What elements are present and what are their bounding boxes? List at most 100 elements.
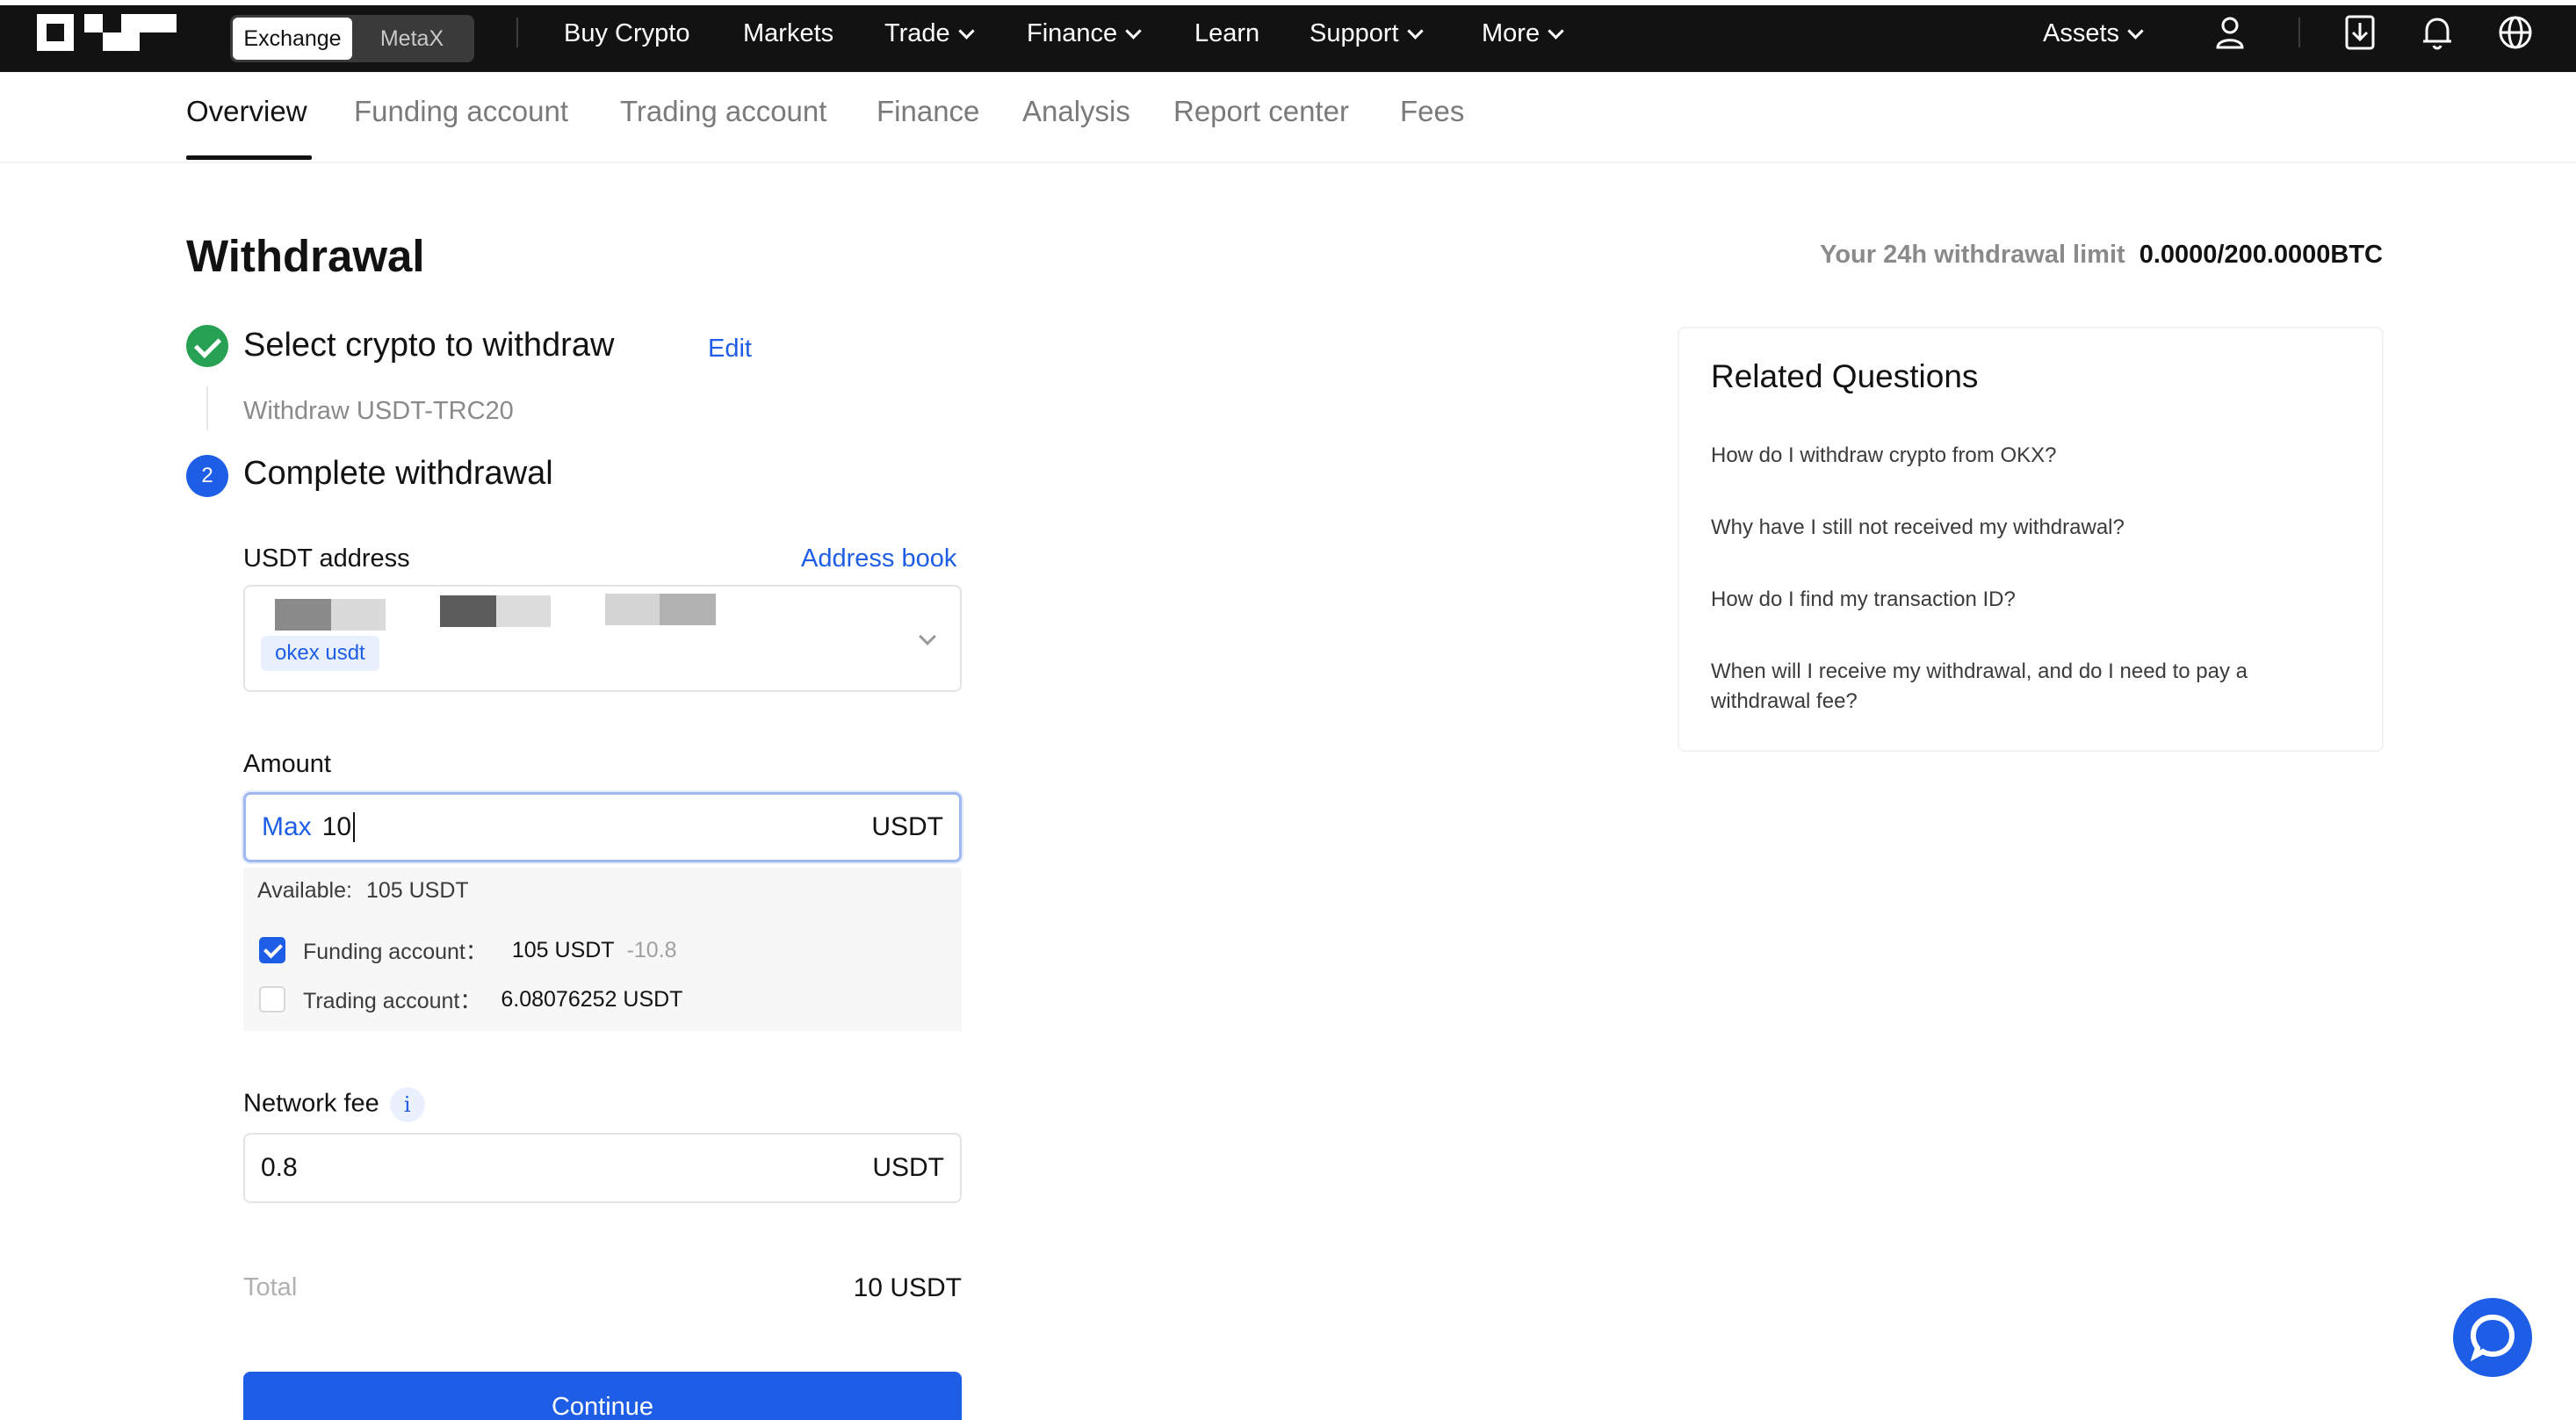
page-title: Withdrawal bbox=[186, 231, 425, 281]
top-navbar: Exchange MetaX Buy Crypto Markets Trade … bbox=[0, 5, 2576, 72]
bell-icon[interactable] bbox=[2417, 12, 2457, 53]
exchange-toggle[interactable]: Exchange bbox=[233, 18, 352, 60]
nav-learn-label: Learn bbox=[1194, 18, 1260, 47]
edit-crypto-link[interactable]: Edit bbox=[708, 335, 752, 364]
page: Exchange MetaX Buy Crypto Markets Trade … bbox=[0, 0, 2576, 1420]
redacted-address-block bbox=[496, 595, 551, 627]
available-row: Available: 105 USDT bbox=[257, 878, 469, 904]
nav-assets-label: Assets bbox=[2043, 18, 2120, 47]
network-fee-text: Network fee bbox=[243, 1089, 379, 1118]
address-book-link[interactable]: Address book bbox=[801, 544, 956, 573]
nav-support-label: Support bbox=[1310, 18, 1399, 47]
nav-trade-label: Trade bbox=[884, 18, 950, 47]
chevron-down-icon[interactable] bbox=[919, 628, 936, 645]
nav-finance-label: Finance bbox=[1027, 18, 1118, 47]
total-value: 10 USDT bbox=[853, 1273, 962, 1302]
chevron-down-icon bbox=[1125, 22, 1142, 40]
globe-icon[interactable] bbox=[2495, 12, 2536, 53]
download-icon[interactable] bbox=[2340, 12, 2380, 53]
chevron-down-icon bbox=[1548, 22, 1564, 40]
tab-trading-account[interactable]: Trading account bbox=[620, 95, 826, 128]
nav-trade[interactable]: Trade bbox=[884, 14, 975, 53]
text-caret bbox=[353, 812, 356, 842]
tab-fees[interactable]: Fees bbox=[1400, 95, 1464, 128]
funding-account-option[interactable]: Funding account： 105 USDT -10.8 bbox=[259, 934, 677, 966]
chat-bubble-icon bbox=[2470, 1314, 2515, 1362]
amount-value: 10 bbox=[321, 812, 352, 841]
nav-more-label: More bbox=[1482, 18, 1541, 47]
chevron-down-icon bbox=[2127, 22, 2144, 40]
nav-support[interactable]: Support bbox=[1310, 14, 1424, 53]
funding-account-value: 105 USDT bbox=[511, 937, 615, 962]
available-balance-panel: Available: 105 USDT Funding account： 105 … bbox=[243, 868, 962, 1031]
redacted-address-block bbox=[440, 595, 496, 627]
related-questions-title: Related Questions bbox=[1711, 358, 1979, 394]
amount-unit: USDT bbox=[871, 812, 943, 841]
trading-account-value: 6.08076252 USDT bbox=[501, 986, 683, 1012]
withdrawal-limit: Your 24h withdrawal limit 0.0000/200.0000… bbox=[1820, 241, 2383, 270]
continue-button-label: Continue bbox=[551, 1393, 654, 1420]
total-label: Total bbox=[243, 1273, 298, 1301]
related-question-link[interactable]: How do I find my transaction ID? bbox=[1711, 585, 2343, 615]
account-subnav: Overview Funding account Trading account… bbox=[0, 72, 2576, 163]
chevron-down-icon bbox=[957, 22, 975, 40]
trading-account-checkbox[interactable] bbox=[259, 986, 285, 1013]
okx-logo[interactable] bbox=[33, 11, 183, 56]
info-icon[interactable]: i bbox=[389, 1087, 425, 1122]
tab-finance[interactable]: Finance bbox=[877, 95, 979, 128]
icons-divider bbox=[2298, 18, 2300, 47]
continue-button[interactable]: Continue bbox=[243, 1372, 962, 1420]
available-value: 105 USDT bbox=[365, 878, 469, 903]
related-questions-card: Related Questions How do I withdraw cryp… bbox=[1678, 327, 2384, 752]
nav-finance[interactable]: Finance bbox=[1027, 14, 1142, 53]
metax-toggle[interactable]: MetaX bbox=[352, 18, 472, 60]
redacted-address-block bbox=[275, 599, 331, 631]
network-fee-label: Network fee i bbox=[243, 1087, 425, 1122]
trading-account-label: Trading account： bbox=[303, 989, 482, 1013]
related-question-link[interactable]: How do I withdraw crypto from OKX? bbox=[1711, 441, 2343, 471]
chevron-down-icon bbox=[1406, 22, 1424, 40]
withdrawal-limit-label: Your 24h withdrawal limit bbox=[1820, 241, 2125, 269]
nav-buy-crypto[interactable]: Buy Crypto bbox=[564, 14, 689, 53]
network-fee-value: 0.8 bbox=[261, 1153, 298, 1182]
step2-number-badge: 2 bbox=[186, 455, 228, 497]
redacted-address-block bbox=[660, 594, 716, 625]
step-connector bbox=[206, 386, 208, 430]
redacted-address-block bbox=[331, 599, 386, 631]
address-tag: okex usdt bbox=[261, 636, 379, 671]
related-question-link[interactable]: Why have I still not received my withdra… bbox=[1711, 513, 2343, 543]
max-button[interactable]: Max bbox=[262, 812, 312, 842]
funding-account-delta: -10.8 bbox=[626, 937, 677, 962]
address-select[interactable]: okex usdt bbox=[243, 585, 962, 692]
nav-markets-label: Markets bbox=[743, 18, 834, 47]
related-question-link[interactable]: When will I receive my withdrawal, and d… bbox=[1711, 657, 2343, 717]
support-chat-button[interactable] bbox=[2453, 1298, 2532, 1377]
nav-learn[interactable]: Learn bbox=[1194, 14, 1259, 53]
network-fee-field: 0.8 USDT bbox=[243, 1133, 962, 1203]
nav-divider bbox=[516, 18, 518, 47]
funding-account-label: Funding account： bbox=[303, 940, 487, 964]
tab-analysis[interactable]: Analysis bbox=[1022, 95, 1130, 128]
available-label: Available: bbox=[257, 878, 352, 903]
network-fee-unit: USDT bbox=[872, 1153, 944, 1182]
trading-account-option[interactable]: Trading account： 6.08076252 USDT bbox=[259, 984, 682, 1015]
withdrawal-limit-value: 0.0000/200.0000BTC bbox=[2139, 241, 2383, 269]
step1-subtitle: Withdraw USDT-TRC20 bbox=[243, 397, 514, 425]
funding-account-checkbox[interactable] bbox=[259, 937, 285, 963]
amount-label: Amount bbox=[243, 750, 331, 778]
step2-title: Complete withdrawal bbox=[243, 455, 553, 492]
tab-funding-account[interactable]: Funding account bbox=[354, 95, 568, 128]
user-icon[interactable] bbox=[2210, 12, 2250, 53]
address-label: USDT address bbox=[243, 544, 410, 573]
step1-title: Select crypto to withdraw bbox=[243, 327, 615, 364]
tab-report-center[interactable]: Report center bbox=[1173, 95, 1349, 128]
nav-assets[interactable]: Assets bbox=[2043, 14, 2144, 53]
exchange-metax-switch: Exchange MetaX bbox=[230, 15, 474, 62]
amount-input[interactable]: Max 10 USDT bbox=[243, 792, 962, 862]
nav-buy-crypto-label: Buy Crypto bbox=[564, 18, 690, 47]
active-tab-indicator bbox=[186, 155, 312, 160]
redacted-address-block bbox=[605, 594, 660, 625]
nav-markets[interactable]: Markets bbox=[743, 14, 833, 53]
tab-overview[interactable]: Overview bbox=[186, 95, 307, 128]
nav-more[interactable]: More bbox=[1482, 14, 1564, 53]
